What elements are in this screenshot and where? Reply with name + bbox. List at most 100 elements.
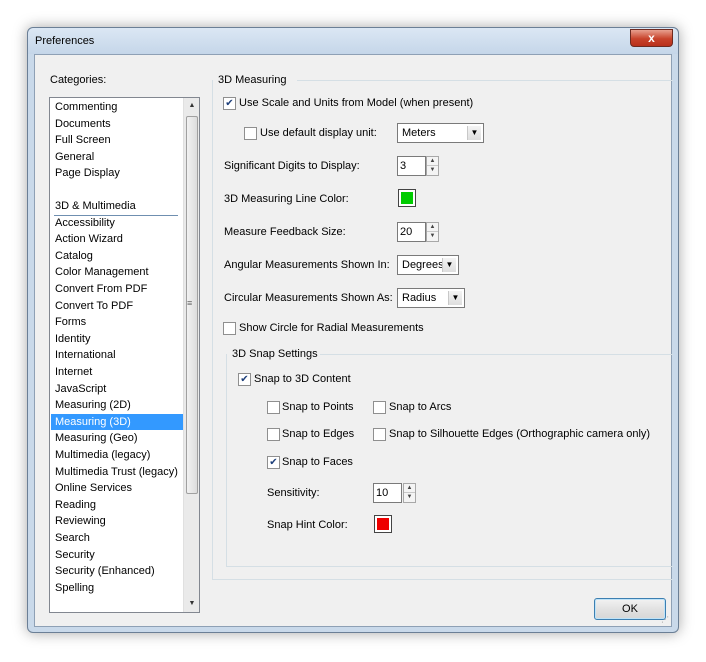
category-item[interactable]: JavaScript (51, 381, 183, 397)
snap-group-title: 3D Snap Settings (232, 348, 318, 360)
categories-label: Categories: (50, 74, 107, 86)
sig-digits-input[interactable]: 3 (397, 156, 426, 176)
category-item[interactable]: Measuring (Geo) (51, 430, 183, 446)
hint-color-label: Snap Hint Color: (267, 519, 348, 531)
snap-group-border-left (226, 354, 227, 566)
use-scale-checkbox[interactable]: ✔ (223, 97, 236, 110)
chevron-down-icon: ▼ (442, 258, 456, 272)
sensitivity-input[interactable]: 10 (373, 483, 402, 503)
unit-dropdown-value: Meters (402, 127, 436, 139)
category-item[interactable]: Internet (51, 364, 183, 380)
category-item[interactable]: Action Wizard (51, 231, 183, 247)
snap-silhouette-label: Snap to Silhouette Edges (Orthographic c… (389, 428, 651, 440)
title-bar: Preferences x (28, 28, 678, 54)
stepper-down-icon[interactable]: ▼ (427, 166, 438, 175)
categories-scrollbar[interactable]: ▲ ≡ ▼ (183, 98, 199, 612)
category-item[interactable]: General (51, 149, 183, 165)
dialog-body: Categories: ▲ ≡ ▼ Commenting Documents Ful… (34, 54, 673, 627)
categories-list[interactable]: ▲ ≡ ▼ Commenting Documents Full Screen Gene… (49, 97, 200, 613)
category-item[interactable]: Convert From PDF (51, 281, 183, 297)
snap-edges-checkbox[interactable] (267, 428, 280, 441)
feedback-size-input[interactable]: 20 (397, 222, 426, 242)
category-item[interactable]: Spelling (51, 580, 183, 596)
category-item[interactable]: Accessibility (51, 215, 183, 231)
stepper-down-icon[interactable]: ▼ (427, 232, 438, 241)
chevron-down-icon: ▼ (448, 291, 462, 305)
line-color-fill (401, 192, 413, 204)
circular-label: Circular Measurements Shown As: (224, 292, 393, 304)
category-item[interactable]: Security (Enhanced) (51, 563, 183, 579)
use-default-unit-checkbox[interactable] (244, 127, 257, 140)
category-item[interactable]: Multimedia (legacy) (51, 447, 183, 463)
use-default-unit-label: Use default display unit: (260, 127, 377, 139)
hint-color-fill (377, 518, 389, 530)
sig-digits-label: Significant Digits to Display: (224, 160, 360, 172)
ok-button[interactable]: OK (594, 598, 666, 620)
angular-dropdown[interactable]: Degrees ▼ (397, 255, 459, 275)
close-button[interactable]: x (630, 29, 673, 47)
snap-faces-label: Snap to Faces (282, 456, 353, 468)
category-item[interactable]: Reviewing (51, 513, 183, 529)
category-item[interactable]: Color Management (51, 264, 183, 280)
category-item[interactable]: Measuring (3D) (51, 413, 183, 430)
show-circle-label: Show Circle for Radial Measurements (239, 322, 424, 334)
measuring-group-border (297, 80, 673, 81)
chevron-down-icon: ▼ (467, 126, 481, 140)
sensitivity-stepper[interactable]: ▲ ▼ (403, 483, 416, 503)
snap-silhouette-checkbox[interactable] (373, 428, 386, 441)
scroll-grip-icon: ≡ (187, 298, 193, 308)
use-scale-label: Use Scale and Units from Model (when pre… (239, 97, 474, 109)
category-item[interactable]: Page Display (51, 165, 183, 181)
angular-label: Angular Measurements Shown In: (224, 259, 390, 271)
category-item[interactable]: Online Services (51, 480, 183, 496)
show-circle-checkbox[interactable] (223, 322, 236, 335)
stepper-up-icon[interactable]: ▲ (427, 157, 438, 166)
scroll-up-icon[interactable]: ▲ (187, 101, 197, 111)
stepper-up-icon[interactable]: ▲ (404, 484, 415, 493)
category-item[interactable]: Catalog (51, 248, 183, 264)
resize-grip-icon[interactable]: ⋰ (661, 615, 669, 624)
stepper-down-icon[interactable]: ▼ (404, 493, 415, 502)
unit-dropdown[interactable]: Meters ▼ (397, 123, 484, 143)
stepper-up-icon[interactable]: ▲ (427, 223, 438, 232)
measuring-group-border-left (212, 80, 213, 579)
category-item[interactable]: Convert To PDF (51, 298, 183, 314)
snap-arcs-checkbox[interactable] (373, 401, 386, 414)
line-color-label: 3D Measuring Line Color: (224, 193, 349, 205)
hint-color-swatch[interactable] (374, 515, 392, 533)
category-item[interactable]: Full Screen (51, 132, 183, 148)
snap-points-label: Snap to Points (282, 401, 354, 413)
sig-digits-stepper[interactable]: ▲ ▼ (426, 156, 439, 176)
category-item[interactable]: 3D & Multimedia (51, 198, 183, 214)
feedback-size-label: Measure Feedback Size: (224, 226, 346, 238)
scroll-down-icon[interactable]: ▼ (187, 599, 197, 609)
circular-dropdown[interactable]: Radius ▼ (397, 288, 465, 308)
category-item[interactable]: International (51, 347, 183, 363)
snap-group-border-bottom (226, 566, 673, 567)
measuring-group-title: 3D Measuring (218, 74, 287, 86)
circular-dropdown-value: Radius (402, 292, 437, 304)
category-item[interactable]: Search (51, 530, 183, 546)
category-item[interactable]: Documents (51, 116, 183, 132)
category-item[interactable]: Multimedia Trust (legacy) (51, 464, 183, 480)
category-item[interactable]: Security (51, 547, 183, 563)
category-item[interactable]: Identity (51, 331, 183, 347)
category-item[interactable]: Reading (51, 497, 183, 513)
snap-group-border (320, 354, 673, 355)
category-item[interactable]: Measuring (2D) (51, 397, 183, 413)
angular-dropdown-value: Degrees (402, 259, 444, 271)
measuring-group-border-bottom (212, 579, 673, 580)
snap-faces-checkbox[interactable]: ✔ (267, 456, 280, 469)
snap-content-checkbox[interactable]: ✔ (238, 373, 251, 386)
window-title: Preferences (35, 35, 95, 47)
category-item[interactable]: Forms (51, 314, 183, 330)
snap-points-checkbox[interactable] (267, 401, 280, 414)
preferences-dialog: Preferences x Categories: ▲ ≡ ▼ Commenti… (27, 27, 679, 633)
sensitivity-label: Sensitivity: (267, 487, 320, 499)
snap-content-label: Snap to 3D Content (254, 373, 351, 385)
category-item[interactable]: Commenting (51, 99, 183, 115)
snap-edges-label: Snap to Edges (282, 428, 355, 440)
snap-arcs-label: Snap to Arcs (389, 401, 452, 413)
feedback-size-stepper[interactable]: ▲ ▼ (426, 222, 439, 242)
line-color-swatch[interactable] (398, 189, 416, 207)
